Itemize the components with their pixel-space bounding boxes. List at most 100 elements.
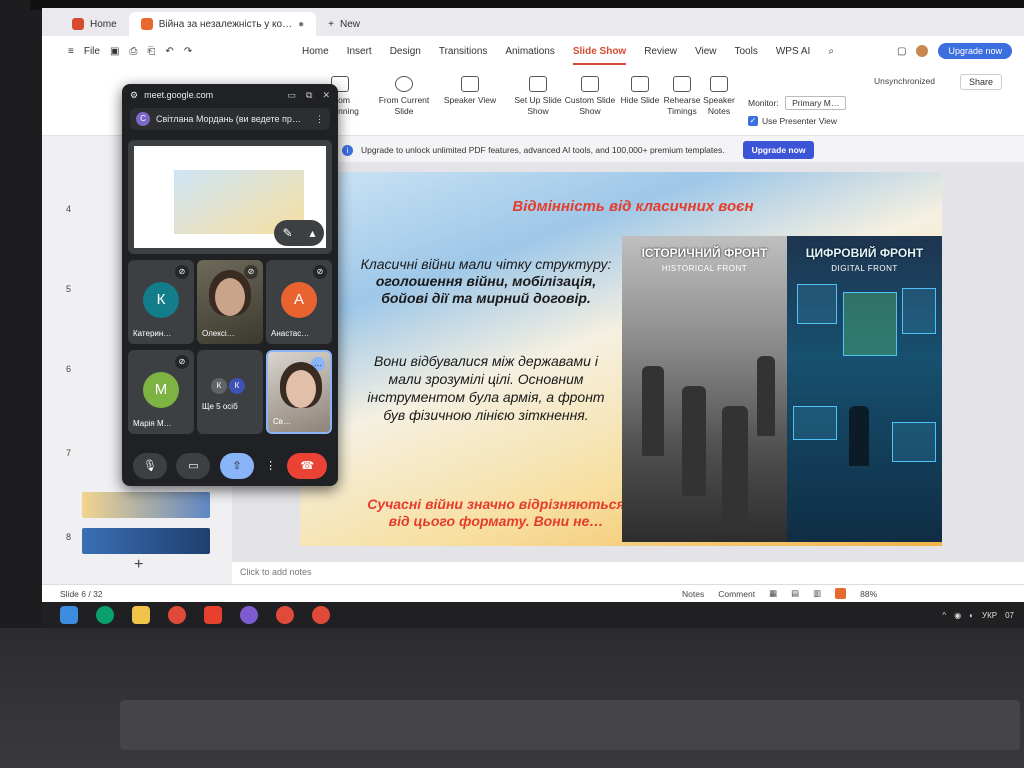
menu-tab-view[interactable]: View: [695, 42, 717, 61]
set-up-slide-show-button[interactable]: Set Up Slide Show: [510, 76, 566, 117]
windows-start-icon[interactable]: [60, 606, 78, 624]
speaker-notes-label: Speaker Notes: [703, 95, 735, 116]
viber-icon[interactable]: [240, 606, 258, 624]
custom-slide-show-button[interactable]: Custom Slide Show: [562, 76, 618, 117]
monitor-label: Monitor:: [748, 98, 779, 108]
slide-image: ІСТОРИЧНИЙ ФРОНТ HISTORICAL FRONT ЦИФРОВ…: [622, 236, 942, 542]
tray-chevron-icon[interactable]: ^: [942, 611, 946, 620]
slide-paragraph-1: Класичні війни мали чітку структуру: ого…: [356, 256, 616, 307]
menu-tab-design[interactable]: Design: [390, 42, 421, 61]
self-video-tile[interactable]: … Св…: [266, 350, 332, 434]
site-settings-icon[interactable]: ⚙: [130, 90, 138, 101]
google-meet-pip-window[interactable]: ⚙ meet.google.com ▭ ⧉ ✕ С Світлана Морда…: [122, 84, 338, 486]
slide-thumbnail-8[interactable]: [82, 528, 210, 554]
slide-sorter-icon[interactable]: ▤: [791, 588, 799, 599]
soldier-figure: [722, 406, 748, 526]
participant-name: Марія М…: [133, 419, 172, 428]
menu-tab-wps-ai[interactable]: WPS AI: [776, 42, 810, 61]
clock[interactable]: 07: [1005, 611, 1014, 620]
share-controls[interactable]: ✎ ▴: [274, 220, 324, 246]
camera-toggle-icon[interactable]: ▭: [288, 90, 297, 101]
setup-icon: [529, 76, 547, 92]
tab-close-icon[interactable]: ●: [298, 19, 304, 30]
presenter-banner: С Світлана Мордань (ви ведете пр… ⋮: [130, 108, 330, 130]
tab-home[interactable]: Home: [60, 12, 129, 36]
notes-toggle[interactable]: Notes: [682, 589, 704, 599]
menu-tab-slide-show[interactable]: Slide Show: [572, 42, 627, 65]
promo-upgrade-button[interactable]: Upgrade now: [742, 141, 815, 159]
wifi-icon[interactable]: ◉: [954, 611, 961, 620]
more-options-button[interactable]: ⋮: [264, 453, 278, 479]
participant-tile[interactable]: ⊘ К Катерин…: [128, 260, 194, 344]
soldier-figure: [642, 366, 664, 456]
use-presenter-view-checkbox[interactable]: ✓ Use Presenter View: [748, 116, 837, 126]
set-up-label: Set Up Slide Show: [514, 95, 562, 116]
edge-browser-icon[interactable]: [96, 606, 114, 624]
present-screen-button[interactable]: ⇧: [219, 453, 254, 479]
menu-tab-review[interactable]: Review: [644, 42, 677, 61]
wps-office-icon[interactable]: [204, 606, 222, 624]
menu-tab-animations[interactable]: Animations: [505, 42, 554, 61]
meet-url: meet.google.com: [144, 90, 214, 100]
search-icon[interactable]: ⌕: [828, 46, 834, 57]
chrome-icon[interactable]: [168, 606, 186, 624]
windows-taskbar: ^ ◉ ◐ УКР 07: [42, 602, 1024, 628]
slide-thumbnail-7[interactable]: [82, 492, 210, 518]
notes-input[interactable]: Click to add notes: [232, 562, 1024, 584]
more-participants-tile[interactable]: К К Ще 5 осіб: [197, 350, 263, 434]
monitor-value[interactable]: Primary M…: [785, 96, 847, 110]
add-slide-icon[interactable]: +: [134, 556, 143, 574]
undo-icon[interactable]: ↶: [165, 46, 173, 57]
from-current-slide-button[interactable]: From Current Slide: [370, 76, 438, 117]
menu-tab-home[interactable]: Home: [302, 42, 329, 61]
file-explorer-icon[interactable]: [132, 606, 150, 624]
normal-view-icon[interactable]: ▦: [769, 588, 777, 599]
current-slide[interactable]: Відмінність від класичних воєн Класичні …: [300, 172, 942, 546]
expand-icon[interactable]: ▴: [309, 226, 315, 240]
zoom-level[interactable]: 88%: [860, 589, 877, 599]
mic-off-icon: ⊘: [313, 265, 327, 279]
share-button[interactable]: Share: [960, 74, 1003, 90]
speaker-view-button[interactable]: Speaker View: [442, 76, 498, 106]
unsynchronized-status[interactable]: Unsynchronized: [874, 76, 935, 86]
monitor-select[interactable]: Monitor: Primary M…: [748, 96, 847, 110]
mic-button[interactable]: 🎙: [132, 453, 167, 479]
chrome-profile-icon[interactable]: [276, 606, 294, 624]
menu-tab-tools[interactable]: Tools: [735, 42, 758, 61]
slideshow-play-icon[interactable]: [835, 588, 847, 599]
user-avatar[interactable]: [916, 45, 929, 57]
pip-return-icon[interactable]: ⧉: [306, 90, 312, 101]
menu-tab-transitions[interactable]: Transitions: [439, 42, 488, 61]
end-call-button[interactable]: ☎: [287, 453, 328, 479]
export-icon[interactable]: ⎙: [129, 46, 137, 57]
comment-toggle[interactable]: Comment: [718, 589, 755, 599]
volume-icon[interactable]: ◐: [969, 611, 974, 620]
upgrade-now-pill[interactable]: Upgrade now: [938, 43, 1012, 59]
more-vert-icon[interactable]: ⋮: [315, 114, 324, 125]
save-icon[interactable]: ▣: [110, 46, 119, 57]
participant-video-tile[interactable]: ⊘ Олексі…: [197, 260, 263, 344]
upgrade-promo-bar: i Upgrade to unlock unlimited PDF featur…: [342, 138, 1022, 162]
thumb-number-4: 4: [66, 204, 72, 214]
redo-icon[interactable]: ↷: [184, 46, 192, 57]
file-menu[interactable]: File: [84, 46, 100, 57]
camera-button[interactable]: ▭: [176, 453, 211, 479]
print-icon[interactable]: ⎗: [147, 46, 155, 57]
hamburger-icon[interactable]: ≡: [68, 46, 74, 57]
participant-tile[interactable]: ⊘ М Марія М…: [128, 350, 194, 434]
tab-presentation[interactable]: Війна за незалежність у ко… ●: [128, 12, 317, 36]
tab-new[interactable]: + New: [316, 12, 372, 36]
pen-icon[interactable]: ✎: [282, 226, 292, 240]
close-icon[interactable]: ✕: [322, 90, 330, 101]
window-icon[interactable]: ▢: [897, 46, 906, 57]
participant-tile[interactable]: ⊘ А Анастас…: [266, 260, 332, 344]
menu-tab-insert[interactable]: Insert: [347, 42, 372, 61]
hide-slide-icon: [631, 76, 649, 92]
language-indicator[interactable]: УКР: [982, 611, 997, 620]
meet-title-bar: ⚙ meet.google.com ▭ ⧉ ✕: [122, 84, 338, 106]
reading-view-icon[interactable]: ▥: [813, 588, 821, 599]
speaker-notes-button[interactable]: Speaker Notes: [694, 76, 744, 117]
play-icon: [395, 76, 413, 92]
thumb-number-8: 8: [66, 532, 72, 542]
chrome-meet-icon[interactable]: [312, 606, 330, 624]
